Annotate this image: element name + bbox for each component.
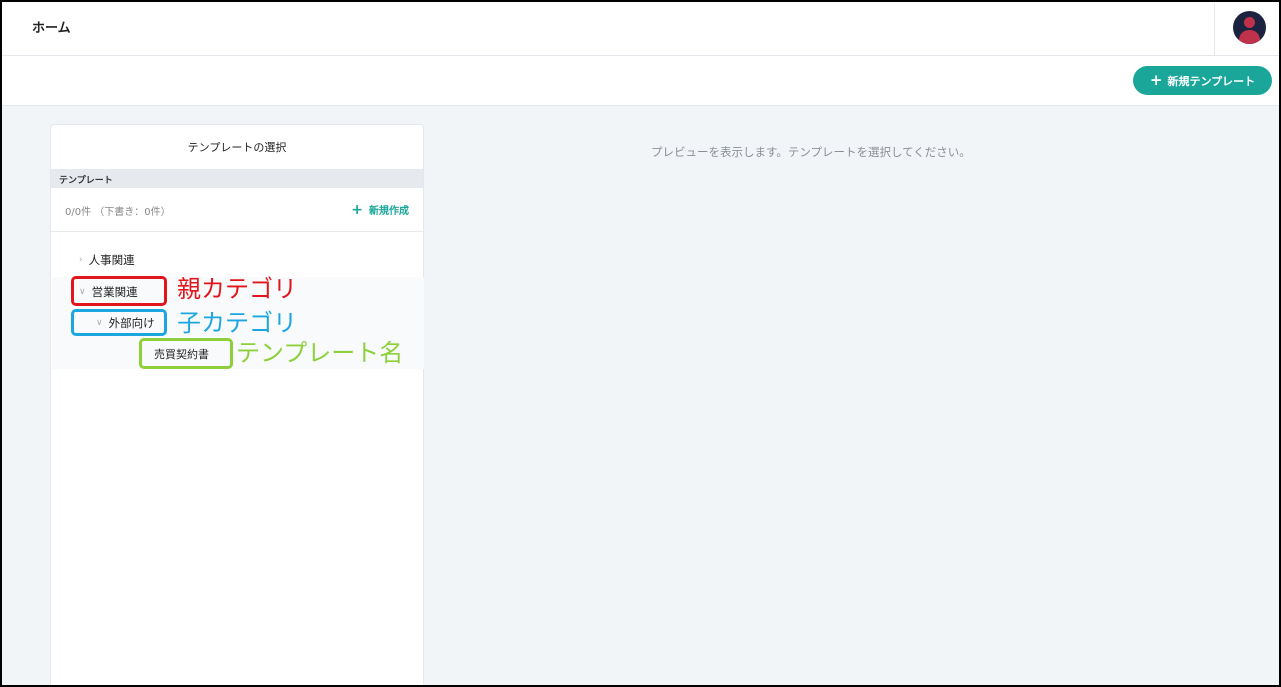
parent-category-annotation: 親カテゴリ [177, 275, 297, 303]
plus-icon: + [351, 201, 363, 218]
template-count: 0/0件 （下書き：0件） [65, 207, 171, 218]
avatar-container [1214, 0, 1281, 56]
template-selection-panel: テンプレートの選択 テンプレート 0/0件 （下書き：0件） + 新規作成 › … [50, 124, 424, 687]
toolbar: + 新規テンプレート [0, 56, 1281, 106]
preview-message: プレビューを表示します。テンプレートを選択してください。 [651, 145, 971, 159]
page-title: ホーム [32, 21, 71, 36]
child-category-highlight [71, 309, 167, 336]
panel-title: テンプレートの選択 [187, 141, 287, 154]
create-new-button[interactable]: + 新規作成 [351, 201, 409, 218]
child-category-annotation: 子カテゴリ [177, 309, 297, 337]
template-name-annotation: テンプレート名 [236, 339, 404, 367]
create-new-label: 新規作成 [369, 206, 409, 217]
section-header: テンプレート [51, 169, 423, 188]
app-header: ホーム [0, 0, 1281, 56]
divider [51, 231, 423, 232]
new-template-button[interactable]: + 新規テンプレート [1133, 66, 1272, 95]
new-template-label: 新規テンプレート [1167, 74, 1256, 88]
plus-icon: + [1149, 71, 1163, 89]
section-label: テンプレート [59, 176, 113, 186]
parent-category-highlight [71, 276, 167, 306]
user-avatar-icon[interactable] [1233, 11, 1266, 44]
chevron-right-icon: › [79, 255, 83, 265]
template-name-highlight [139, 338, 233, 369]
tree-item-label: 人事関連 [88, 253, 135, 267]
tree-item-hr[interactable]: › 人事関連 [79, 252, 135, 268]
